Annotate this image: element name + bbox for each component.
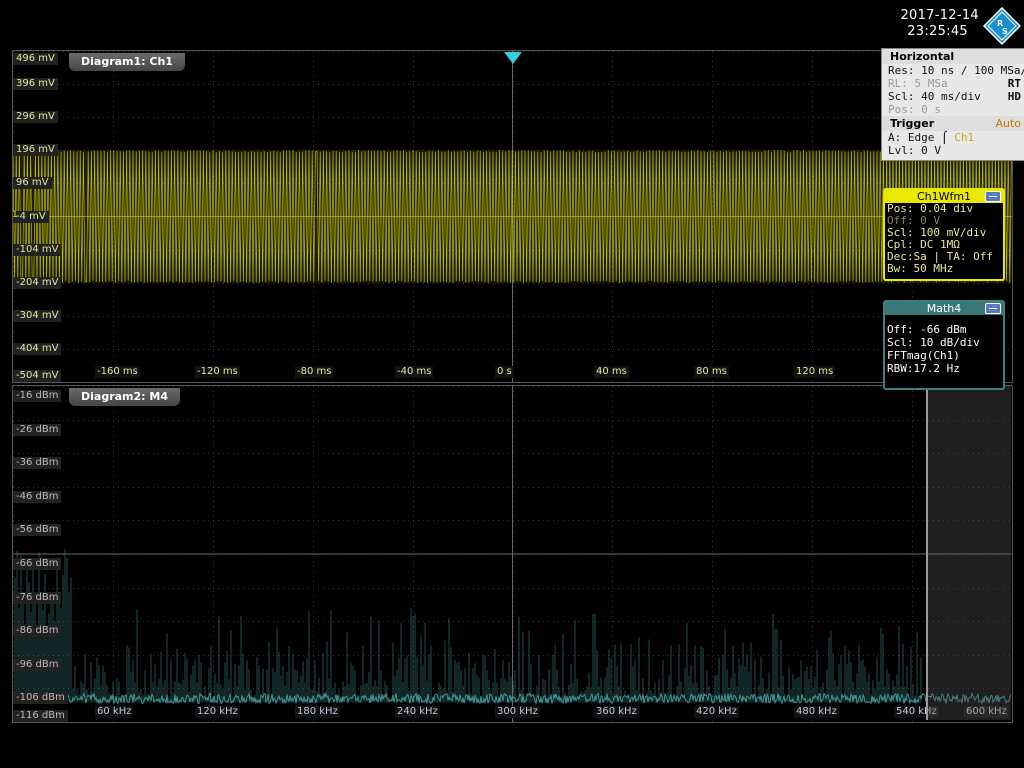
rising-edge-icon: ⌠	[941, 131, 948, 144]
minimize-button[interactable]	[985, 303, 1001, 314]
diagram1-x-label: -80 ms	[295, 366, 333, 378]
ch1-bw: Bw: 50 MHz	[885, 263, 1003, 275]
horizontal-trigger-panel[interactable]: Horizontal Res: 10 ns / 100 MSa/s RL: 5 …	[881, 48, 1024, 161]
minimize-button[interactable]	[985, 191, 1001, 202]
diagram2-plot[interactable]	[13, 386, 1012, 722]
diagram2-x-label: 240 kHz	[395, 706, 440, 718]
horizontal-header[interactable]: Horizontal	[882, 49, 1024, 64]
fft-out-of-range-shade	[926, 386, 1011, 720]
diagram1-plot[interactable]	[13, 51, 1012, 382]
header-date: 2017-12-14	[900, 8, 979, 23]
ch1wfm1-title: Ch1Wfm1	[917, 190, 971, 203]
trigger-type: A: Edge	[888, 131, 934, 144]
header-time: 23:25:45	[907, 24, 968, 39]
diagram1-x-label: -120 ms	[195, 366, 240, 378]
trigger-source: Ch1	[954, 131, 974, 144]
diagram1-x-label: -160 ms	[95, 366, 140, 378]
math4-title: Math4	[927, 302, 962, 315]
trigger-mode[interactable]: Auto	[995, 117, 1021, 130]
diagram2-y-label: -66 dBm	[13, 558, 61, 570]
diagram1-x-label: -40 ms	[395, 366, 433, 378]
diagram2-fft[interactable]: Diagram2: M4 -16 dBm -26 dBm -36 dBm -46 dB…	[12, 385, 1013, 723]
math4-off: Off: -66 dBm	[885, 323, 1003, 336]
horizontal-pos: Pos: 0 s	[882, 103, 1024, 116]
rt-badge: RT	[1008, 77, 1021, 90]
diagram2-y-label: -76 dBm	[13, 592, 61, 604]
diagram2-y-label: -46 dBm	[13, 491, 61, 503]
diagram2-y-label: -56 dBm	[13, 524, 61, 536]
diagram2-x-label: 300 kHz	[495, 706, 540, 718]
diagram1-y-label: 96 mV	[13, 177, 52, 189]
horizontal-rl-value: RL: 5 MSa	[888, 77, 948, 90]
diagram1-y-label: -104 mV	[13, 244, 61, 256]
diagram2-x-label: 60 kHz	[95, 706, 133, 718]
diagram1-y-label: -304 mV	[13, 310, 61, 322]
diagram2-y-label: -96 dBm	[13, 659, 61, 671]
diagram1-x-label: 120 ms	[794, 366, 835, 378]
diagram2-y-label: -86 dBm	[13, 625, 61, 637]
diagram2-y-label: -16 dBm	[13, 390, 61, 402]
grid	[13, 386, 1012, 722]
horizontal-scl-value: Scl: 40 ms/div	[888, 90, 981, 103]
ch1-offset-marker[interactable]: 1	[12, 210, 18, 220]
diagram1-x-label: 80 ms	[694, 366, 729, 378]
horizontal-scl: Scl: 40 ms/div HD	[882, 90, 1024, 103]
diagram1-x-label: 40 ms	[594, 366, 629, 378]
ch1wfm1-header[interactable]: Ch1Wfm1	[885, 190, 1003, 203]
diagram1-y-label: 196 mV	[13, 144, 58, 156]
trigger-position-marker-icon[interactable]	[504, 52, 522, 64]
horizontal-res: Res: 10 ns / 100 MSa/s	[882, 64, 1024, 77]
trigger-level: Lvl: 0 V	[882, 144, 1024, 157]
trigger-edge-row: A: Edge ⌠ Ch1	[882, 131, 1024, 144]
diagram2-y-label: -26 dBm	[13, 424, 61, 436]
diagram2-x-label: 120 kHz	[195, 706, 240, 718]
diagram1-y-label: -504 mV	[13, 370, 61, 382]
trigger-header[interactable]: Trigger Auto	[882, 116, 1024, 131]
horizontal-rl: RL: 5 MSa RT	[882, 77, 1024, 90]
diagram2-x-label: 480 kHz	[794, 706, 839, 718]
math4-rbw: RBW:17.2 Hz	[885, 362, 1003, 375]
diagram2-x-label: 360 kHz	[594, 706, 639, 718]
diagram1-y-label: -204 mV	[13, 277, 61, 289]
diagram2-x-label: 420 kHz	[694, 706, 739, 718]
diagram1-time-domain[interactable]: Diagram1: Ch1 496 mV 396 mV 296 mV 196 mV 96…	[12, 50, 1013, 383]
ch1-trace-fill	[13, 150, 1012, 282]
diagram2-title-tab[interactable]: Diagram2: M4	[69, 388, 180, 406]
diagram1-y-label: 396 mV	[13, 78, 58, 90]
math4-source: FFTmag(Ch1)	[885, 349, 1003, 362]
diagram1-y-label: 496 mV	[13, 53, 58, 65]
math4-header[interactable]: Math4	[885, 302, 1003, 315]
fft-spurs	[15, 549, 921, 703]
diagram2-y-label: -36 dBm	[13, 457, 61, 469]
diagram1-y-label: 296 mV	[13, 111, 58, 123]
svg-text:S: S	[1002, 27, 1008, 36]
math4-panel[interactable]: Math4 Off: -66 dBm Scl: 10 dB/div FFTmag…	[883, 300, 1005, 390]
diagram1-y-label: -404 mV	[13, 343, 61, 355]
rs-logo-icon: R S	[983, 7, 1021, 45]
diagram2-y-label: -116 dBm	[13, 710, 68, 722]
ch1wfm1-panel[interactable]: Ch1Wfm1 Pos: 0.04 div Off: 0 V Scl: 100 …	[883, 188, 1005, 281]
trigger-title: Trigger	[890, 117, 934, 130]
diagram1-title-tab[interactable]: Diagram1: Ch1	[69, 53, 185, 71]
diagram1-y-label: -4 mV	[13, 211, 49, 223]
diagram1-x-label: 0 s	[495, 366, 514, 378]
diagram2-y-label: -106 dBm	[13, 692, 68, 704]
math4-scl: Scl: 10 dB/div	[885, 336, 1003, 349]
hd-badge: HD	[1008, 90, 1021, 103]
diagram2-x-label: 180 kHz	[295, 706, 340, 718]
